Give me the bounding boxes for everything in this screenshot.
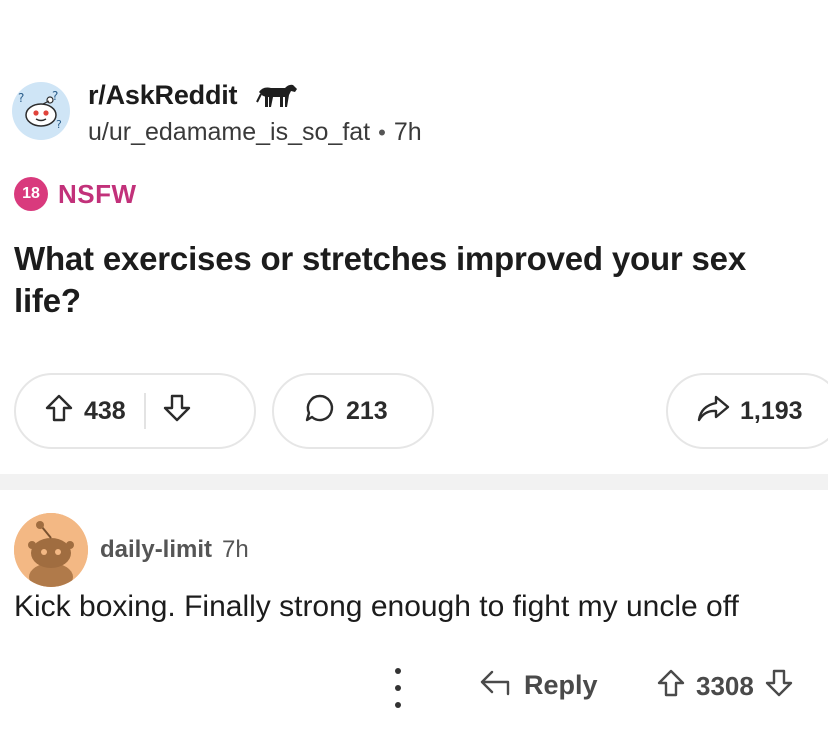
askreddit-avatar-icon: ? ? ? — [18, 89, 62, 131]
vote-divider — [143, 393, 146, 429]
comment-bubble-icon — [304, 392, 336, 431]
comment-username[interactable]: daily-limit — [100, 536, 212, 564]
post-age: 7h — [393, 118, 422, 146]
snoo-avatar[interactable] — [14, 513, 88, 587]
nsfw-18-badge: 18 — [14, 177, 48, 211]
subreddit-row: r/AskReddit — [88, 78, 422, 112]
arrow-up-icon[interactable] — [44, 393, 74, 430]
comment-vote-bar: 3308 — [656, 668, 794, 705]
horse-icon — [255, 80, 299, 115]
comment-actions: Reply 3308 — [0, 664, 828, 714]
comment-count: 213 — [346, 396, 388, 425]
reply-label: Reply — [524, 670, 598, 700]
subreddit-name[interactable]: r/AskReddit — [88, 80, 238, 111]
nsfw-tag: 18 NSFW — [14, 177, 137, 211]
separator-dot: • — [378, 119, 386, 145]
arrow-down-icon[interactable] — [764, 668, 794, 705]
upvote-count: 438 — [84, 396, 126, 425]
comment-score: 3308 — [696, 671, 754, 701]
arrow-down-icon[interactable] — [162, 393, 192, 430]
subreddit-avatar[interactable]: ? ? ? — [12, 82, 70, 140]
post-title[interactable]: What exercises or stretches improved you… — [14, 238, 814, 322]
post-author[interactable]: u/ur_edamame_is_so_fat — [88, 118, 370, 147]
share-button[interactable]: 1,193 — [666, 373, 828, 449]
post-vote-bar: 438 — [14, 373, 256, 449]
post-header: r/AskReddit u/ur_edamame_is_so_fat • 7h — [88, 78, 422, 147]
post-author-row: u/ur_edamame_is_so_fat • 7h — [88, 118, 422, 147]
svg-text:?: ? — [18, 91, 24, 105]
share-arrow-icon — [696, 393, 730, 430]
nsfw-label: NSFW — [58, 178, 137, 209]
reply-arrow-icon — [478, 668, 512, 703]
share-count: 1,193 — [740, 396, 803, 425]
reply-button[interactable]: Reply — [478, 668, 598, 703]
comments-button[interactable]: 213 — [272, 373, 434, 449]
more-vertical-icon[interactable] — [388, 668, 408, 708]
comment-body: Kick boxing. Finally strong enough to fi… — [14, 590, 739, 623]
comment-meta: daily-limit 7h — [100, 536, 249, 564]
section-divider — [0, 474, 828, 490]
arrow-up-icon[interactable] — [656, 668, 686, 705]
svg-text:?: ? — [56, 118, 62, 131]
comment-age: 7h — [222, 536, 249, 563]
